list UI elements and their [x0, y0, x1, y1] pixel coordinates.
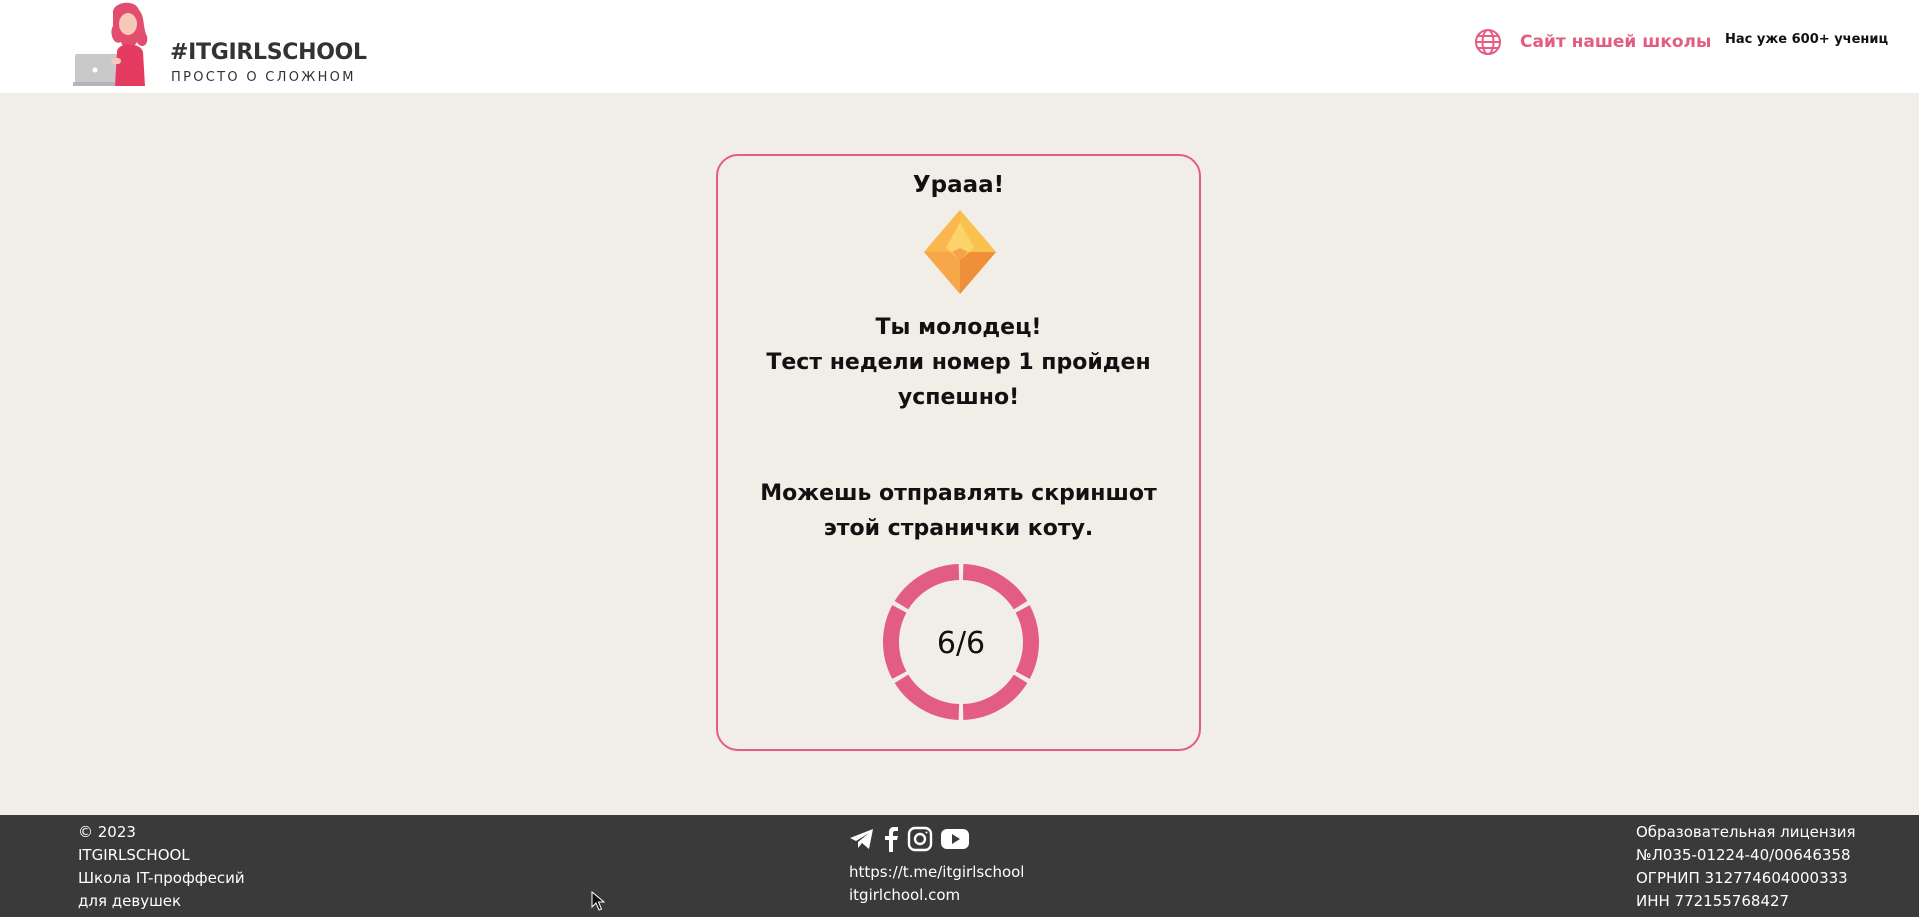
- footer-copyright-line: © 2023: [78, 823, 136, 841]
- facebook-link[interactable]: [883, 826, 899, 859]
- result-card: Урааа! Ты молодец! Тест недели номер 1 п…: [716, 154, 1201, 751]
- facebook-icon: [885, 826, 898, 852]
- result-title: Урааа!: [912, 172, 1005, 198]
- instagram-link[interactable]: [907, 826, 933, 859]
- score-text: 6/6: [937, 626, 985, 661]
- score-segment: [894, 564, 960, 610]
- site-header: #ITGIRLSCHOOL ПРОСТО О СЛОЖНОМ Сайт наше…: [0, 0, 1919, 93]
- logo-link[interactable]: #ITGIRLSCHOOL ПРОСТО О СЛОЖНОМ: [73, 2, 367, 88]
- score-segment: [883, 605, 907, 679]
- students-count: Нас уже 600+ учениц: [1725, 32, 1889, 47]
- success-message: Ты молодец! Тест недели номер 1 пройден …: [758, 310, 1159, 415]
- logo-girl-illustration: [73, 2, 148, 86]
- logo-subtitle: ПРОСТО О СЛОЖНОМ: [171, 70, 356, 85]
- instagram-icon: [907, 826, 933, 851]
- score-progress-ring: 6/6: [883, 564, 1039, 720]
- youtube-icon: [941, 828, 969, 849]
- logo-title: #ITGIRLSCHOOL: [170, 40, 367, 65]
- mouse-cursor-icon: [591, 891, 605, 911]
- telegram-link[interactable]: [849, 827, 875, 858]
- school-site-link[interactable]: Сайт нашей школы: [1474, 28, 1711, 56]
- footer-inn: ИНН 772155768427: [1636, 892, 1790, 910]
- score-segment: [962, 674, 1028, 720]
- site-footer: © 2023 ITGIRLSCHOOL Школа IT-проффесий д…: [0, 815, 1919, 917]
- footer-company-name: ITGIRLSCHOOL: [78, 846, 190, 864]
- success-message-line1: Ты молодец!: [875, 315, 1042, 340]
- youtube-link[interactable]: [941, 828, 969, 857]
- school-url-link[interactable]: itgirlchool.com: [849, 884, 1024, 907]
- telegram-url-link[interactable]: https://t.me/itgirlschool: [849, 861, 1024, 884]
- score-segment: [894, 674, 960, 720]
- success-message-line2: Тест недели номер 1 пройден успешно!: [766, 350, 1151, 410]
- score-segment: [1015, 605, 1039, 679]
- footer-contacts: https://t.me/itgirlschool itgirlchool.co…: [849, 826, 1024, 907]
- footer-company-desc-line1: Школа IT-проффесий: [78, 869, 245, 887]
- footer-ogrnip: ОГРНИП 312774604000333: [1636, 869, 1848, 887]
- social-links: [849, 826, 1024, 859]
- globe-icon: [1475, 29, 1501, 55]
- score-segment: [962, 564, 1028, 610]
- footer-legal-info: Образовательная лицензия №Л035-01224-40/…: [1636, 821, 1855, 913]
- footer-copyright: © 2023 ITGIRLSCHOOL Школа IT-проффесий д…: [78, 821, 245, 913]
- crystal-icon: [924, 210, 996, 294]
- telegram-icon: [850, 828, 873, 849]
- footer-license-number: №Л035-01224-40/00646358: [1636, 846, 1851, 864]
- footer-license-title: Образовательная лицензия: [1636, 823, 1856, 841]
- screenshot-note: Можешь отправлять скриншот этой страничк…: [760, 481, 1157, 541]
- school-site-link-label: Сайт нашей школы: [1520, 32, 1712, 52]
- footer-company-desc-line2: для девушек: [78, 892, 182, 910]
